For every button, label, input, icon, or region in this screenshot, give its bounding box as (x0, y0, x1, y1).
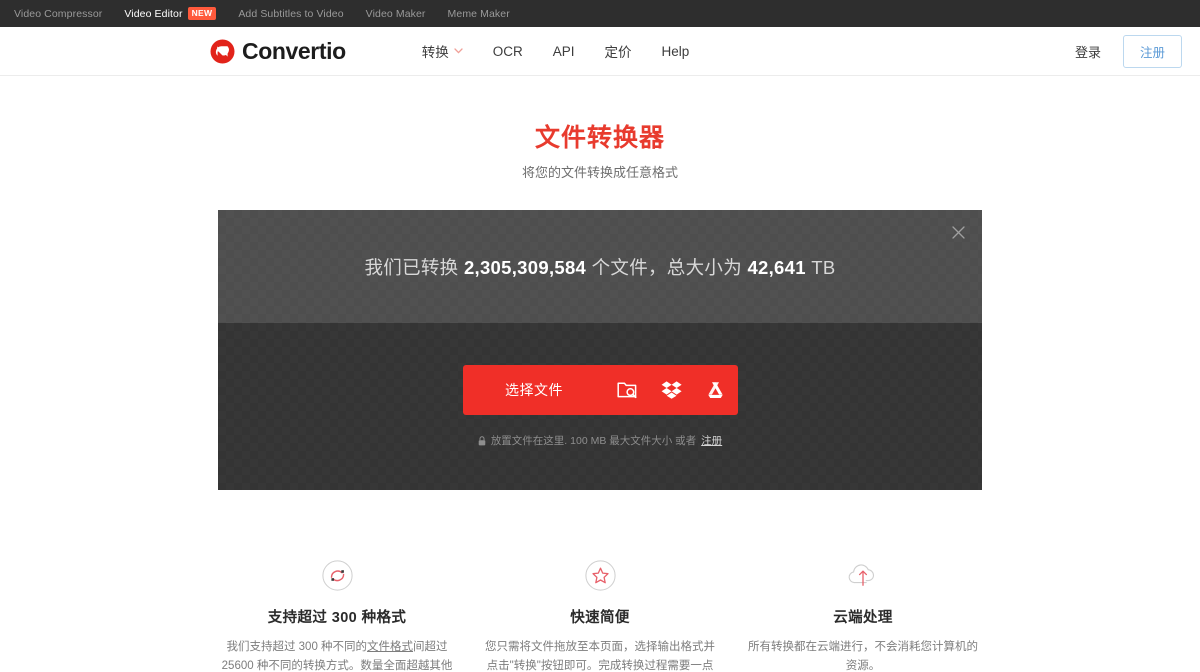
stats-prefix: 我们已转换 (364, 256, 464, 278)
nav-item-label: 定价 (604, 45, 632, 60)
stats-size-value: 42,641 (747, 256, 806, 278)
convert-circle-icon (220, 558, 455, 592)
feature-desc-before: 您只需将文件拖放至本页面，选择输出格式并点击"转换"按钮即可。完成转换过程需要一… (485, 641, 715, 672)
folder-search-icon[interactable] (606, 365, 650, 415)
feature-cloud: 云端处理 所有转换都在云端进行，不会消耗您计算机的资源。 (732, 558, 995, 672)
login-link[interactable]: 登录 (1075, 42, 1101, 61)
nav-item-api[interactable]: API (553, 44, 575, 59)
topbar-link-label: Meme Maker (447, 7, 510, 20)
features-section: 支持超过 300 种格式 我们支持超过 300 种不同的文件格式间超过 2560… (205, 558, 995, 672)
close-icon[interactable] (948, 222, 968, 242)
topbar-link-video-compressor[interactable]: Video Compressor (14, 8, 102, 20)
choose-files-button[interactable]: 选择文件 (462, 365, 738, 415)
chevron-down-icon (454, 48, 463, 54)
page-subtitle: 将您的文件转换成任意格式 (521, 165, 678, 180)
feature-description: 我们支持超过 300 种不同的文件格式间超过 25600 种不同的转换方式。数量… (220, 638, 455, 672)
header-actions: 登录 注册 (1075, 34, 1182, 68)
feature-formats: 支持超过 300 种格式 我们支持超过 300 种不同的文件格式间超过 2560… (206, 558, 469, 672)
feature-title: 云端处理 (833, 610, 893, 626)
page-title: 文件转换器 (534, 124, 665, 152)
brand-name: Convertio (242, 37, 346, 64)
dropzone-hint-signup-link[interactable]: 注册 (701, 433, 722, 448)
choose-files-label: 选择文件 (505, 382, 563, 398)
topbar-link-label: Video Compressor (14, 7, 103, 20)
nav-item-label: OCR (492, 43, 523, 59)
stats-banner: 我们已转换 2,305,309,584 个文件，总大小为 42,641 TB (218, 210, 982, 323)
star-circle-icon (483, 558, 718, 592)
feature-description: 所有转换都在云端进行，不会消耗您计算机的资源。 (746, 638, 981, 672)
feature-description: 您只需将文件拖放至本页面，选择输出格式并点击"转换"按钮即可。完成转换过程需要一… (483, 638, 718, 672)
site-header: Convertio 转换 OCR API 定价 Help 登录 注册 (0, 27, 1200, 76)
topbar-link-video-editor[interactable]: Video Editor NEW (124, 7, 217, 20)
convertio-logo-icon (210, 39, 235, 64)
feature-desc-before: 我们支持超过 300 种不同的 (226, 641, 368, 653)
signup-button[interactable]: 注册 (1122, 34, 1182, 68)
nav-item-label: API (552, 43, 575, 59)
dropzone-hint-text: 放置文件在这里. 100 MB 最大文件大小 或者 (490, 435, 697, 447)
nav-item-ocr[interactable]: OCR (493, 44, 523, 59)
stats-middle: 个文件，总大小为 (586, 256, 748, 278)
feature-title: 快速简便 (570, 610, 630, 626)
topbar-link-label: Video Maker (365, 7, 426, 20)
main-navigation: 转换 OCR API 定价 Help (422, 41, 690, 61)
hero-section: 文件转换器 将您的文件转换成任意格式 (0, 76, 1200, 181)
google-drive-icon[interactable] (694, 365, 738, 415)
nav-item-help[interactable]: Help (662, 44, 690, 59)
file-formats-link[interactable]: 文件格式 (367, 641, 413, 653)
new-badge: NEW (187, 7, 217, 20)
nav-item-label: 转换 (421, 45, 449, 60)
nav-item-convert[interactable]: 转换 (422, 41, 463, 61)
logo-home-link[interactable]: Convertio (210, 38, 346, 65)
topbar-link-meme-maker[interactable]: Meme Maker (448, 8, 510, 20)
nav-item-pricing[interactable]: 定价 (605, 41, 632, 61)
topbar-link-label: Video Editor (124, 8, 183, 20)
dropbox-icon[interactable] (650, 365, 694, 415)
stats-files-count: 2,305,309,584 (463, 256, 587, 278)
lock-icon (478, 435, 486, 446)
cloud-upload-icon (746, 558, 981, 592)
feature-desc-before: 所有转换都在云端进行，不会消耗您计算机的资源。 (748, 641, 978, 672)
file-dropzone[interactable]: 选择文件 放置文件在这里. 100 MB 最大文件大小 或者 注册 (218, 323, 982, 490)
topbar-link-add-subtitles[interactable]: Add Subtitles to Video (238, 8, 343, 20)
topbar-link-label: Add Subtitles to Video (238, 7, 344, 20)
top-utility-bar: Video Compressor Video Editor NEW Add Sub… (0, 0, 1200, 27)
feature-easy: 快速简便 您只需将文件拖放至本页面，选择输出格式并点击"转换"按钮即可。完成转换… (469, 558, 732, 672)
converter-panel: 我们已转换 2,305,309,584 个文件，总大小为 42,641 TB 选… (218, 210, 982, 490)
feature-title: 支持超过 300 种格式 (267, 610, 407, 626)
stats-suffix: TB (805, 256, 836, 278)
dropzone-hint: 放置文件在这里. 100 MB 最大文件大小 或者 注册 (478, 433, 722, 448)
nav-item-label: Help (661, 43, 690, 59)
topbar-link-video-maker[interactable]: Video Maker (366, 8, 426, 20)
stats-text: 我们已转换 2,305,309,584 个文件，总大小为 42,641 TB (364, 254, 835, 280)
